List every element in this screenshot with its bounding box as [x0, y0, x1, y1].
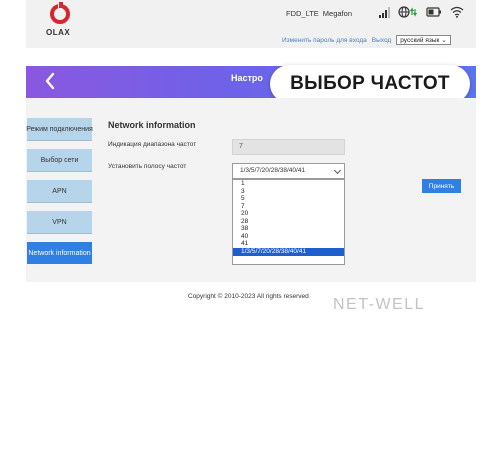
wifi-icon — [450, 6, 464, 18]
dropdown-option[interactable]: 5 — [233, 195, 344, 203]
logout-link[interactable]: Выход — [372, 37, 391, 44]
back-arrow-icon[interactable] — [45, 72, 55, 90]
globe-data-icon — [398, 6, 417, 18]
network-type: FDD_LTE — [286, 9, 319, 18]
sidebar-item-network-information[interactable]: Network information — [27, 242, 92, 264]
apply-button[interactable]: Принять — [422, 179, 461, 193]
band-dropdown-list: 1 3 5 7 20 28 38 40 41 1/3/5/7/20/28/38/… — [232, 179, 345, 265]
band-select[interactable]: 1/3/5/7/20/28/38/40/41 — [232, 163, 345, 179]
band-indication-label: Индикация диапазона частот — [108, 141, 197, 148]
logo-text: OLAX — [46, 28, 71, 37]
chevron-down-icon: ⌄ — [441, 37, 447, 44]
band-indication-value: 7 — [239, 143, 243, 150]
sidebar-item-label: VPN — [52, 218, 67, 226]
sidebar-item-label: APN — [52, 187, 67, 195]
sidebar-item-label: Режим подключения — [26, 125, 93, 133]
sidebar-item-network-selection[interactable]: Выбор сети — [27, 149, 92, 171]
language-select[interactable]: русский язык ⌄ — [396, 35, 451, 45]
status-line: FDD_LTE Megafon — [286, 9, 352, 18]
language-value: русский язык — [400, 37, 440, 44]
dropdown-option[interactable]: 28 — [233, 218, 344, 226]
band-indication-field: 7 — [232, 139, 345, 155]
dropdown-option[interactable]: 40 — [233, 233, 344, 241]
watermark: NET-WELL — [333, 296, 426, 313]
battery-icon — [426, 7, 441, 17]
sidebar-item-label: Выбор сети — [40, 156, 79, 164]
dropdown-option-selected[interactable]: 1/3/5/7/20/28/38/40/41 — [233, 247, 344, 256]
sidebar-item-connection-mode[interactable]: Режим подключения — [26, 118, 93, 140]
sidebar-item-label: Network information — [28, 249, 91, 257]
sidebar-item-vpn[interactable]: VPN — [27, 211, 92, 233]
section-title: Network information — [108, 120, 196, 130]
chevron-down-icon — [333, 166, 342, 175]
band-setting-label: Установить полосу частот — [108, 163, 187, 170]
operator-name: Megafon — [322, 9, 352, 18]
user-bar: Изменить пароль для входа Выход русский … — [282, 35, 451, 45]
dropdown-option[interactable]: 20 — [233, 210, 344, 218]
dropdown-option[interactable]: 3 — [233, 188, 344, 196]
change-password-link[interactable]: Изменить пароль для входа — [282, 37, 367, 44]
olax-logo: OLAX — [46, 2, 76, 42]
signal-strength-icon — [379, 7, 390, 18]
status-icons — [378, 6, 464, 18]
dropdown-option[interactable]: 41 — [233, 240, 344, 248]
dropdown-option[interactable]: 7 — [233, 203, 344, 211]
copyright-text: Copyright © 2010-2023 All rights reserve… — [188, 293, 309, 300]
page-title: Настро — [231, 73, 263, 83]
dropdown-option[interactable]: 38 — [233, 225, 344, 233]
band-select-value: 1/3/5/7/20/28/38/40/41 — [240, 167, 306, 174]
dropdown-option[interactable]: 1 — [233, 180, 344, 188]
sidebar-item-apn[interactable]: APN — [27, 180, 92, 202]
